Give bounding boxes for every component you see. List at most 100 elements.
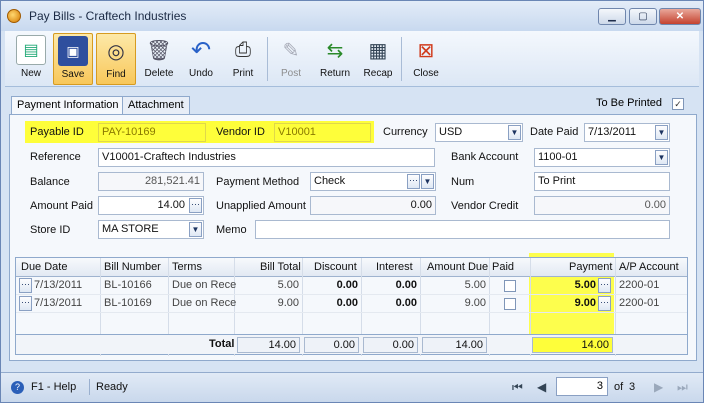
header-ap-account[interactable]: A/P Account — [619, 261, 679, 273]
toolbar: ▤ New ▣ Save ◎ Find 🗑 Delete ↶ Undo ⎙ Pr… — [5, 31, 699, 87]
ellipsis-icon[interactable]: ··· — [19, 278, 32, 293]
payment-method-select[interactable]: Check ··· ▼ — [310, 172, 436, 191]
table-row[interactable]: ··· 7/13/2011 BL-10166 Due on Rece 5.00 … — [16, 277, 687, 295]
table-row[interactable]: ··· 7/13/2011 BL-10169 Due on Rece 9.00 … — [16, 295, 687, 313]
vendor-id-label: Vendor ID — [216, 126, 265, 138]
chevron-down-icon[interactable]: ▼ — [508, 125, 521, 140]
cell-discount: 0.00 — [336, 279, 358, 291]
vendor-id-field[interactable]: V10001 — [274, 123, 371, 142]
ellipsis-icon[interactable]: ··· — [598, 296, 611, 311]
print-label: Print — [232, 68, 254, 79]
ellipsis-icon[interactable]: ··· — [598, 278, 611, 293]
bank-account-value: 1100-01 — [538, 151, 578, 163]
cell-ap-account: 2200-01 — [619, 297, 660, 309]
undo-button[interactable]: ↶ Undo — [181, 33, 221, 85]
new-document-icon: ▤ — [16, 35, 46, 65]
page-number-input[interactable]: 3 — [556, 377, 608, 396]
close-button[interactable]: ⊠ Close — [406, 33, 446, 85]
chevron-down-icon[interactable]: ▼ — [421, 174, 434, 189]
recap-icon: ▦ — [368, 39, 388, 62]
undo-arrow-icon: ↶ — [190, 36, 212, 64]
cell-payment[interactable]: 5.00 — [575, 279, 596, 291]
save-label: Save — [61, 69, 85, 80]
recap-label: Recap — [363, 68, 393, 79]
header-bill-number[interactable]: Bill Number — [104, 261, 161, 273]
store-id-select[interactable]: MA STORE ▼ — [98, 220, 204, 239]
bank-account-label: Bank Account — [451, 151, 519, 163]
header-amount-due[interactable]: Amount Due — [427, 261, 488, 273]
header-paid[interactable]: Paid — [492, 261, 514, 273]
total-payment: 14.00 — [532, 337, 613, 353]
previous-page-icon[interactable]: ◀ — [537, 380, 546, 394]
total-discount: 0.00 — [304, 337, 359, 353]
header-interest[interactable]: Interest — [376, 261, 413, 273]
maximize-button[interactable]: ▢ — [629, 8, 657, 25]
post-icon: ✎ — [282, 39, 300, 62]
date-paid-field[interactable]: 7/13/2011 ▼ — [584, 123, 670, 142]
first-page-icon[interactable]: ⏮ — [512, 380, 523, 395]
reference-field[interactable]: V10001-Craftech Industries — [98, 148, 435, 167]
find-button[interactable]: ◎ Find — [96, 33, 136, 85]
ellipsis-icon[interactable]: ··· — [189, 198, 202, 213]
chevron-down-icon[interactable]: ▼ — [655, 150, 668, 165]
cell-bill-total: 9.00 — [277, 297, 299, 309]
payable-id-label: Payable ID — [30, 126, 84, 138]
header-discount[interactable]: Discount — [314, 261, 357, 273]
status-bar: ? F1 - Help Ready ⏮ ◀ 3 of 3 ▶ ⏭ — [1, 372, 703, 402]
payment-method-value: Check — [314, 175, 346, 187]
header-bill-total[interactable]: Bill Total — [260, 261, 301, 273]
to-be-printed-checkbox[interactable]: ✓ — [672, 98, 684, 110]
next-page-icon[interactable]: ▶ — [654, 380, 663, 394]
store-id-label: Store ID — [30, 224, 71, 236]
window-title: Pay Bills - Craftech Industries — [29, 9, 187, 23]
print-button[interactable]: ⎙ Print — [223, 33, 263, 85]
tab-payment-information[interactable]: Payment Information — [11, 96, 125, 115]
delete-button[interactable]: 🗑 Delete — [139, 33, 179, 85]
amount-paid-field[interactable]: 14.00 ··· — [98, 196, 204, 215]
header-payment[interactable]: Payment — [569, 261, 612, 273]
status-divider — [89, 379, 90, 395]
cell-ap-account: 2200-01 — [619, 279, 660, 291]
recap-button[interactable]: ▦ Recap — [358, 33, 398, 85]
last-page-icon[interactable]: ⏭ — [677, 380, 688, 395]
to-be-printed-label: To Be Printed — [596, 97, 663, 109]
binoculars-icon: ◎ — [107, 40, 125, 63]
currency-label: Currency — [383, 126, 428, 138]
balance-field: 281,521.41 — [98, 172, 204, 191]
close-window-button[interactable]: ✕ — [659, 8, 701, 25]
minimize-button[interactable]: ▁ — [598, 8, 626, 25]
payment-method-label: Payment Method — [216, 176, 300, 188]
totals-label: Total — [209, 338, 235, 350]
total-bill-total: 14.00 — [237, 337, 300, 353]
cell-bill-total: 5.00 — [277, 279, 299, 291]
currency-select[interactable]: USD ▼ — [435, 123, 523, 142]
printer-icon: ⎙ — [235, 38, 251, 61]
cell-due-date: 7/13/2011 — [34, 297, 83, 309]
payable-id-field[interactable]: PAY-10169 — [98, 123, 206, 142]
cell-payment[interactable]: 9.00 — [575, 297, 596, 309]
chevron-down-icon[interactable]: ▼ — [189, 222, 202, 237]
help-icon[interactable]: ? — [11, 381, 24, 394]
of-label: of — [614, 381, 624, 393]
post-button[interactable]: ✎ Post — [271, 33, 311, 85]
help-label[interactable]: F1 - Help — [31, 381, 76, 393]
toolbar-separator — [401, 37, 402, 81]
ellipsis-icon[interactable]: ··· — [407, 174, 420, 189]
pay-bills-window: Pay Bills - Craftech Industries ▁ ▢ ✕ ▤ … — [0, 0, 704, 403]
num-field[interactable]: To Print — [534, 172, 670, 191]
paid-checkbox[interactable] — [504, 298, 516, 310]
ellipsis-icon[interactable]: ··· — [19, 296, 32, 311]
save-button[interactable]: ▣ Save — [53, 33, 93, 85]
chevron-down-icon[interactable]: ▼ — [655, 125, 668, 140]
unapplied-amount-field: 0.00 — [310, 196, 436, 215]
bank-account-select[interactable]: 1100-01 ▼ — [534, 148, 670, 167]
header-terms[interactable]: Terms — [172, 261, 202, 273]
new-button[interactable]: ▤ New — [11, 33, 51, 85]
date-paid-value: 7/13/2011 — [588, 126, 637, 138]
memo-field[interactable] — [255, 220, 670, 239]
paid-checkbox[interactable] — [504, 280, 516, 292]
return-button[interactable]: ⇆ Return — [315, 33, 355, 85]
tab-attachment[interactable]: Attachment — [122, 96, 190, 115]
header-due-date[interactable]: Due Date — [21, 261, 67, 273]
balance-label: Balance — [30, 176, 70, 188]
